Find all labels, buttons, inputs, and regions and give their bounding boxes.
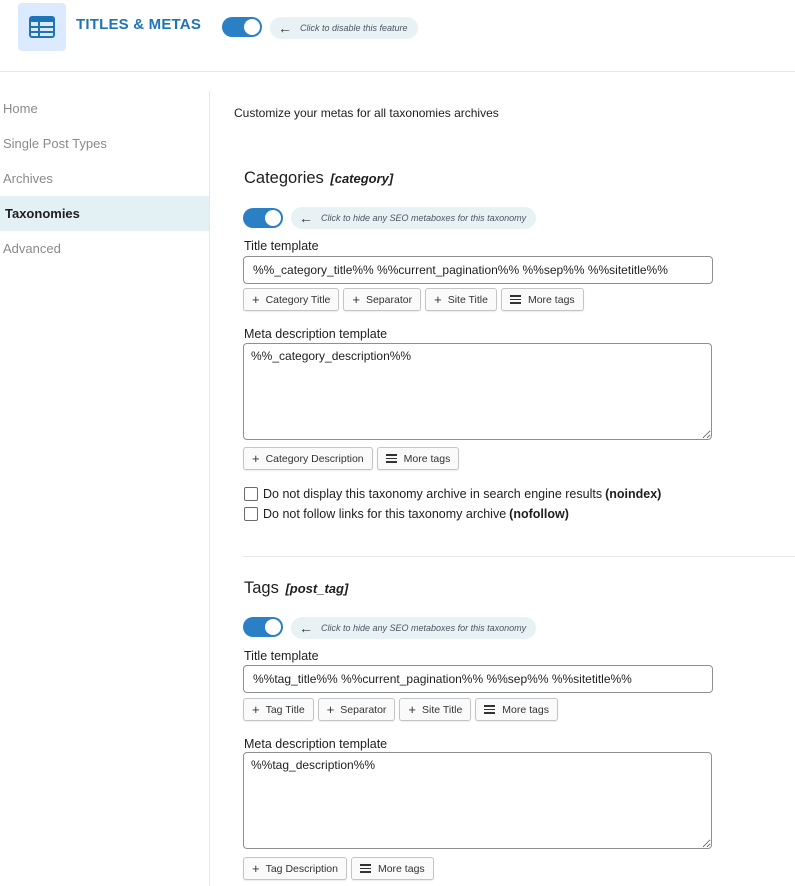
feature-toggle-hint: ← Click to disable this feature bbox=[270, 17, 418, 39]
sidebar-item-taxonomies[interactable]: Taxonomies bbox=[0, 196, 209, 231]
plus-icon: + bbox=[252, 451, 260, 466]
categories-metabox-toggle[interactable] bbox=[243, 208, 283, 228]
more-tags-button[interactable]: More tags bbox=[350, 857, 434, 880]
add-tag-title-button[interactable]: + Tag Title bbox=[243, 698, 314, 721]
feature-toggle[interactable] bbox=[222, 17, 262, 37]
intro-text: Customize your metas for all taxonomies … bbox=[234, 106, 499, 120]
add-category-description-button[interactable]: + Category Description bbox=[243, 447, 373, 470]
page-header: TITLES & METAS ← Click to disable this f… bbox=[0, 0, 795, 72]
section-divider bbox=[243, 556, 795, 557]
tags-desc-textarea[interactable]: %%tag_description%% bbox=[243, 752, 712, 849]
toggle-knob bbox=[244, 19, 260, 35]
tags-title-input[interactable] bbox=[243, 665, 713, 693]
page-title: TITLES & METAS bbox=[76, 16, 202, 33]
add-separator-button[interactable]: + Separator bbox=[343, 288, 422, 311]
add-separator-button[interactable]: + Separator bbox=[317, 698, 396, 721]
arrow-left-icon: ← bbox=[278, 20, 292, 36]
noindex-strong: (noindex) bbox=[605, 487, 662, 501]
menu-icon bbox=[509, 293, 521, 306]
add-site-title-button[interactable]: + Site Title bbox=[399, 698, 472, 721]
section-name: Categories bbox=[244, 169, 324, 187]
section-name: Tags bbox=[244, 579, 279, 597]
sidebar-item-home[interactable]: Home bbox=[0, 91, 209, 126]
noindex-text: Do not display this taxonomy archive in … bbox=[263, 487, 603, 501]
tags-desc-label: Meta description template bbox=[244, 737, 388, 751]
categories-title-tag-buttons: + Category Title + Separator + Site Titl… bbox=[243, 288, 584, 311]
plus-icon: + bbox=[434, 292, 442, 307]
arrow-left-icon: ← bbox=[299, 210, 313, 226]
plus-icon: + bbox=[326, 702, 335, 717]
sidebar-nav: Home Single Post Types Archives Taxonomi… bbox=[0, 91, 210, 886]
add-site-title-button[interactable]: + Site Title bbox=[425, 288, 497, 311]
menu-icon bbox=[359, 862, 371, 875]
toggle-knob bbox=[265, 619, 281, 635]
sidebar-item-advanced[interactable]: Advanced bbox=[0, 231, 209, 266]
add-category-title-button[interactable]: + Category Title bbox=[243, 288, 340, 311]
add-tag-description-button[interactable]: + Tag Description bbox=[243, 857, 347, 880]
tags-toggle-hint: ← Click to hide any SEO metaboxes for th… bbox=[291, 617, 537, 639]
arrow-left-icon: ← bbox=[299, 620, 313, 636]
section-slug: [post_tag] bbox=[285, 581, 349, 596]
plus-icon: + bbox=[352, 292, 360, 307]
section-title-tags: Tags [post_tag] bbox=[244, 579, 348, 598]
section-title-categories: Categories [category] bbox=[244, 169, 393, 188]
table-icon bbox=[29, 16, 55, 38]
more-tags-button[interactable]: More tags bbox=[500, 288, 584, 311]
plus-icon: + bbox=[252, 861, 260, 876]
tags-title-tag-buttons: + Tag Title + Separator + Site Title Mor… bbox=[243, 698, 558, 721]
plus-icon: + bbox=[252, 292, 260, 307]
more-tags-button[interactable]: More tags bbox=[376, 447, 460, 470]
section-slug: [category] bbox=[330, 171, 394, 186]
categories-desc-textarea[interactable]: %%_category_description%% bbox=[243, 343, 712, 440]
nofollow-text: Do not follow links for this taxonomy ar… bbox=[263, 507, 507, 521]
tags-title-label: Title template bbox=[244, 649, 319, 663]
categories-toggle-hint-text: Click to hide any SEO metaboxes for this… bbox=[321, 213, 527, 223]
feature-toggle-hint-text: Click to disable this feature bbox=[300, 23, 408, 33]
categories-desc-label: Meta description template bbox=[244, 327, 388, 341]
more-tags-button[interactable]: More tags bbox=[475, 698, 558, 721]
categories-toggle-hint: ← Click to hide any SEO metaboxes for th… bbox=[291, 207, 537, 229]
categories-title-label: Title template bbox=[244, 239, 319, 253]
tags-desc-tag-buttons: + Tag Description More tags bbox=[243, 857, 434, 880]
toggle-knob bbox=[265, 210, 281, 226]
logo bbox=[18, 3, 66, 51]
plus-icon: + bbox=[252, 702, 260, 717]
sidebar-item-archives[interactable]: Archives bbox=[0, 161, 209, 196]
tags-toggle-hint-text: Click to hide any SEO metaboxes for this… bbox=[321, 623, 527, 633]
nofollow-option: Do not follow links for this taxonomy ar… bbox=[244, 507, 569, 521]
tags-metabox-toggle[interactable] bbox=[243, 617, 283, 637]
menu-icon bbox=[484, 703, 496, 716]
sidebar-item-single-post-types[interactable]: Single Post Types bbox=[0, 126, 209, 161]
plus-icon: + bbox=[408, 702, 417, 717]
categories-title-input[interactable] bbox=[243, 256, 713, 284]
noindex-checkbox[interactable] bbox=[244, 487, 258, 501]
menu-icon bbox=[385, 452, 397, 465]
nofollow-strong: (nofollow) bbox=[509, 507, 569, 521]
nofollow-checkbox[interactable] bbox=[244, 507, 258, 521]
noindex-option: Do not display this taxonomy archive in … bbox=[244, 487, 661, 501]
categories-desc-tag-buttons: + Category Description More tags bbox=[243, 447, 460, 470]
